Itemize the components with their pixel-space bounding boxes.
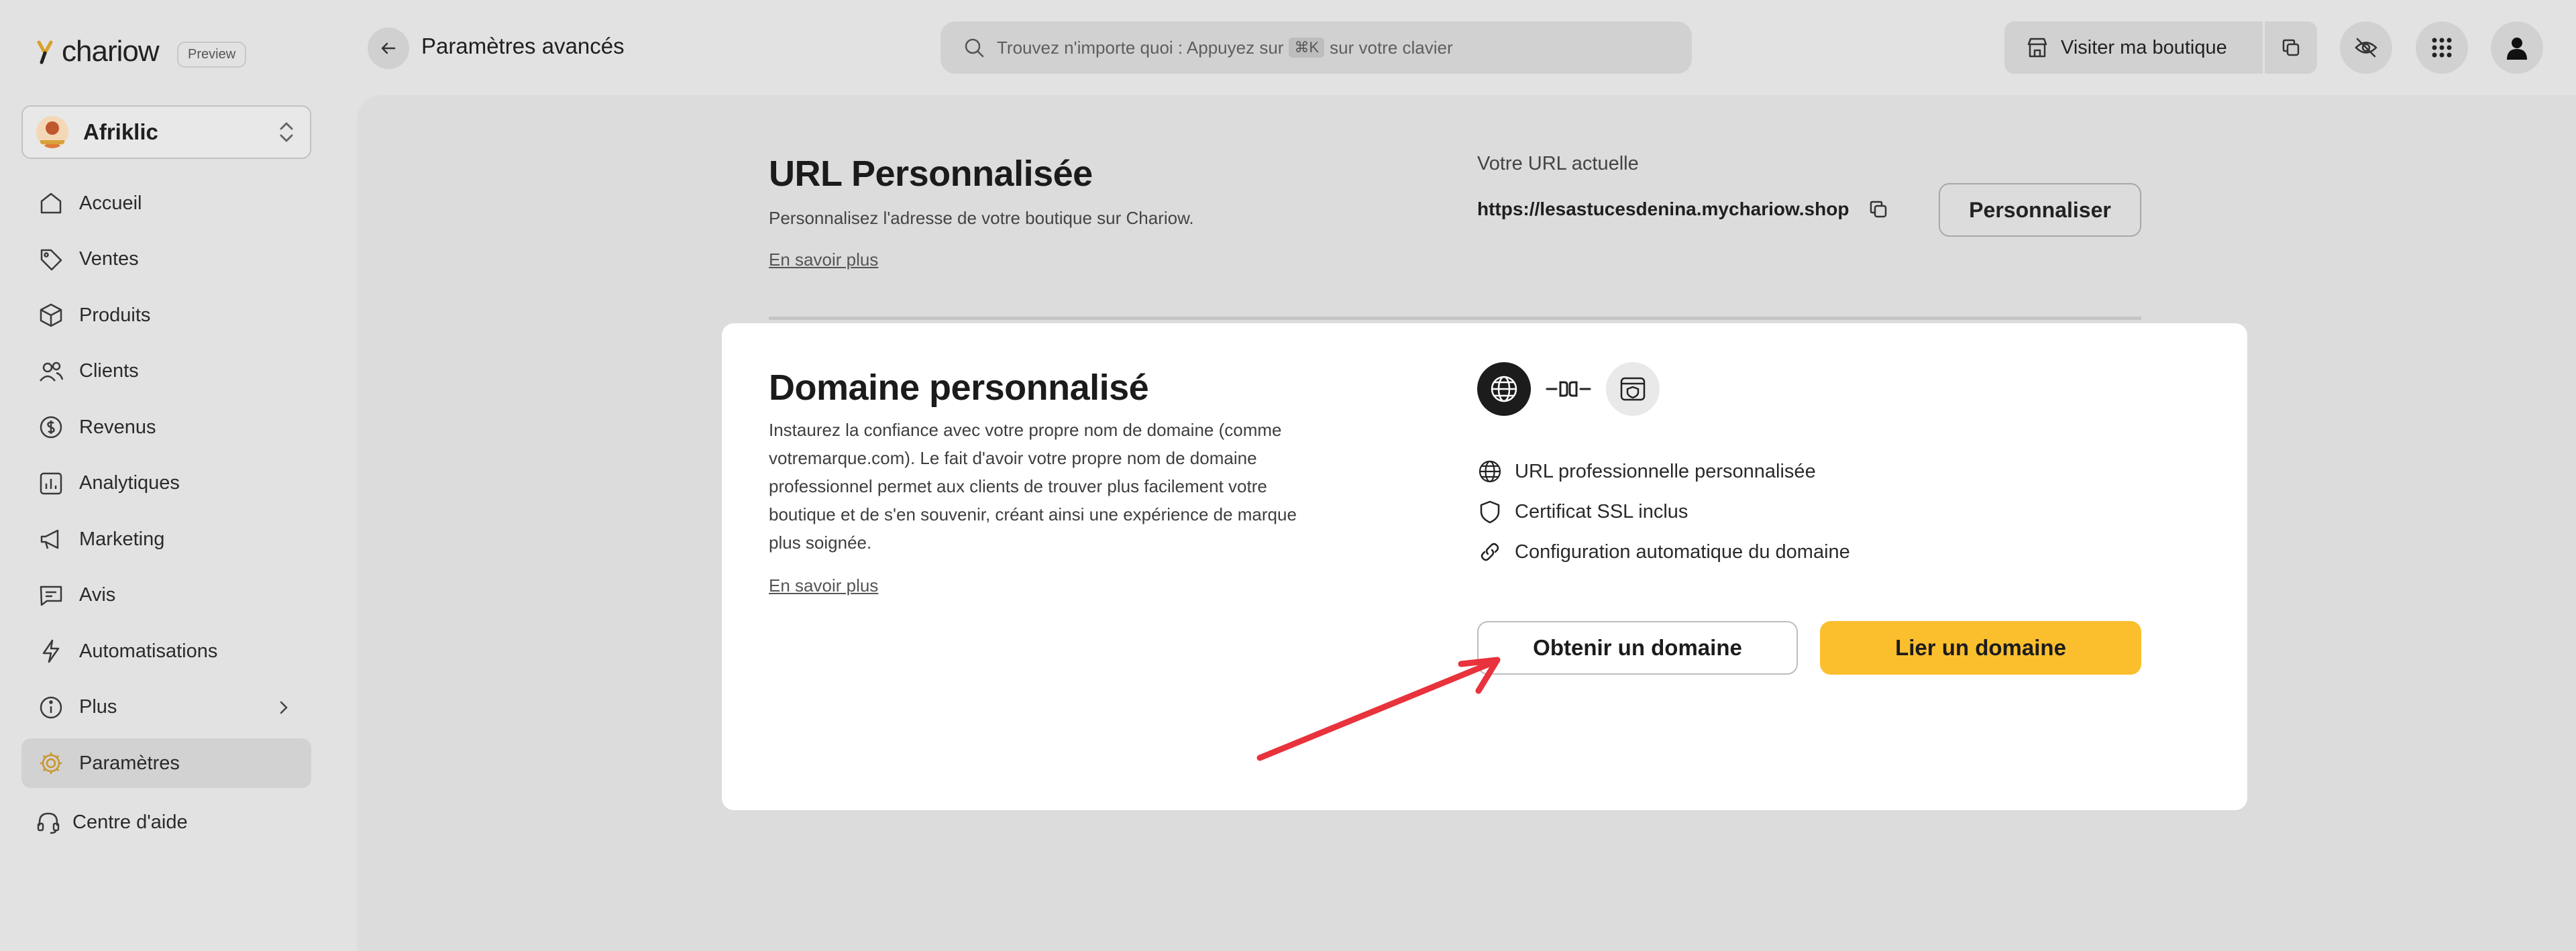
sidebar-item-label: Accueil: [79, 192, 142, 214]
search-placeholder-prefix: Trouvez n'importe quoi : Appuyez sur: [997, 37, 1284, 58]
bolt-icon: [42, 639, 60, 663]
box-icon: [40, 303, 62, 327]
chariow-logo-icon: [37, 40, 53, 64]
visit-store-label: Visiter ma boutique: [2061, 36, 2227, 58]
customize-url-button[interactable]: Personnaliser: [1939, 183, 2141, 237]
store-name: Afriklic: [83, 119, 158, 144]
globe-icon: [1479, 460, 1501, 483]
sidebar-item-ventes[interactable]: Ventes: [21, 235, 311, 284]
message-icon: [40, 585, 62, 606]
grid-icon: [2432, 38, 2452, 58]
store-icon: [2027, 38, 2047, 58]
sidebar-item-marketing[interactable]: Marketing: [21, 514, 311, 564]
feature-item: Configuration automatique du domaine: [1477, 539, 1850, 565]
logo-text: chariow: [62, 35, 160, 68]
sidebar-item-plus[interactable]: Plus: [21, 683, 311, 732]
help-center-link[interactable]: Centre d'aide: [35, 809, 188, 836]
sidebar-item-label: Ventes: [79, 248, 139, 270]
sidebar-item-label: Paramètres: [79, 752, 180, 774]
preview-badge: Preview: [177, 42, 247, 68]
connector-icon: [1546, 381, 1591, 397]
sidebar-nav: Accueil Ventes Produits Clients Revenus …: [21, 178, 311, 795]
headset-icon: [37, 812, 60, 834]
store-selector[interactable]: Afriklic: [21, 105, 311, 159]
hide-preview-button[interactable]: [2340, 21, 2392, 74]
sidebar-item-label: Revenus: [79, 416, 156, 438]
chart-icon: [40, 472, 62, 494]
app-logo[interactable]: chariow: [35, 35, 160, 68]
megaphone-icon: [40, 529, 59, 549]
eye-off-icon: [2355, 38, 2377, 58]
sidebar-item-automatisations[interactable]: Automatisations: [21, 626, 311, 676]
current-url-value: https://lesastucesdenina.mychariow.shop: [1477, 199, 1849, 219]
url-learn-more-link[interactable]: En savoir plus: [769, 249, 878, 270]
sidebar-item-parametres[interactable]: Paramètres: [21, 738, 311, 788]
gear-icon: [40, 752, 62, 774]
search-shortcut: ⌘K: [1289, 38, 1325, 58]
sidebar-item-label: Analytiques: [79, 472, 180, 494]
back-button[interactable]: [368, 27, 409, 69]
get-domain-button[interactable]: Obtenir un domaine: [1477, 621, 1798, 675]
url-section-title: URL Personnalisée: [769, 154, 1093, 194]
feature-item: Certificat SSL inclus: [1477, 499, 1688, 524]
home-icon: [40, 192, 62, 214]
account-button[interactable]: [2491, 21, 2543, 74]
chevron-updown-icon: [280, 122, 293, 142]
domain-learn-more-link[interactable]: En savoir plus: [769, 575, 878, 596]
sidebar-item-label: Automatisations: [79, 640, 218, 662]
sidebar-item-label: Produits: [79, 304, 151, 326]
sidebar-item-label: Clients: [79, 360, 139, 382]
page-title: Paramètres avancés: [421, 34, 625, 58]
globe-icon: [1491, 376, 1517, 402]
users-icon: [40, 361, 64, 382]
sidebar-item-label: Plus: [79, 696, 117, 718]
url-section-description: Personnalisez l'adresse de votre boutiqu…: [769, 208, 1194, 228]
sidebar-item-label: Avis: [79, 584, 116, 606]
link-domain-button[interactable]: Lier un domaine: [1820, 621, 2141, 675]
info-circle-icon: [40, 696, 62, 718]
help-center-label: Centre d'aide: [72, 811, 188, 833]
section-divider: [769, 317, 2141, 320]
feature-label: Configuration automatique du domaine: [1515, 541, 1850, 563]
search-placeholder-suffix: sur votre clavier: [1330, 37, 1453, 58]
globe-badge: [1477, 362, 1531, 416]
sidebar-item-clients[interactable]: Clients: [21, 347, 311, 396]
sidebar-item-accueil[interactable]: Accueil: [21, 178, 311, 228]
user-icon: [2507, 38, 2527, 60]
feature-item: URL professionnelle personnalisée: [1477, 459, 1816, 484]
feature-label: URL professionnelle personnalisée: [1515, 460, 1816, 482]
tag-icon: [40, 249, 62, 270]
sidebar-item-produits[interactable]: Produits: [21, 290, 311, 340]
apps-button[interactable]: [2416, 21, 2468, 74]
visit-store-button[interactable]: Visiter ma boutique: [2004, 21, 2263, 74]
sidebar-item-revenus[interactable]: Revenus: [21, 402, 311, 452]
current-url-label: Votre URL actuelle: [1477, 153, 1639, 174]
domain-title: Domaine personnalisé: [769, 368, 1149, 408]
feature-label: Certificat SSL inclus: [1515, 500, 1688, 522]
link-icon: [1481, 543, 1499, 561]
domain-description: Instaurez la confiance avec votre propre…: [769, 420, 1297, 553]
chevron-right-icon: [280, 701, 288, 714]
search-input[interactable]: Trouvez n'importe quoi : Appuyez sur ⌘K …: [941, 21, 1692, 74]
browser-shield-icon: [1620, 377, 1646, 401]
sidebar-item-label: Marketing: [79, 528, 165, 550]
store-avatar: [36, 116, 68, 148]
sidebar-item-avis[interactable]: Avis: [21, 571, 311, 620]
domain-illustration: [1477, 362, 1660, 416]
shield-icon: [1480, 500, 1500, 524]
copy-store-link-button[interactable]: [2265, 21, 2317, 74]
sidebar-item-analytiques[interactable]: Analytiques: [21, 459, 311, 508]
search-icon: [965, 38, 984, 58]
dollar-circle-icon: [40, 416, 62, 439]
annotation-arrow-icon: [1256, 657, 1501, 761]
security-badge: [1606, 362, 1660, 416]
arrow-left-icon: [381, 42, 396, 54]
copy-icon[interactable]: [1868, 199, 1889, 220]
copy-icon: [2282, 39, 2300, 56]
